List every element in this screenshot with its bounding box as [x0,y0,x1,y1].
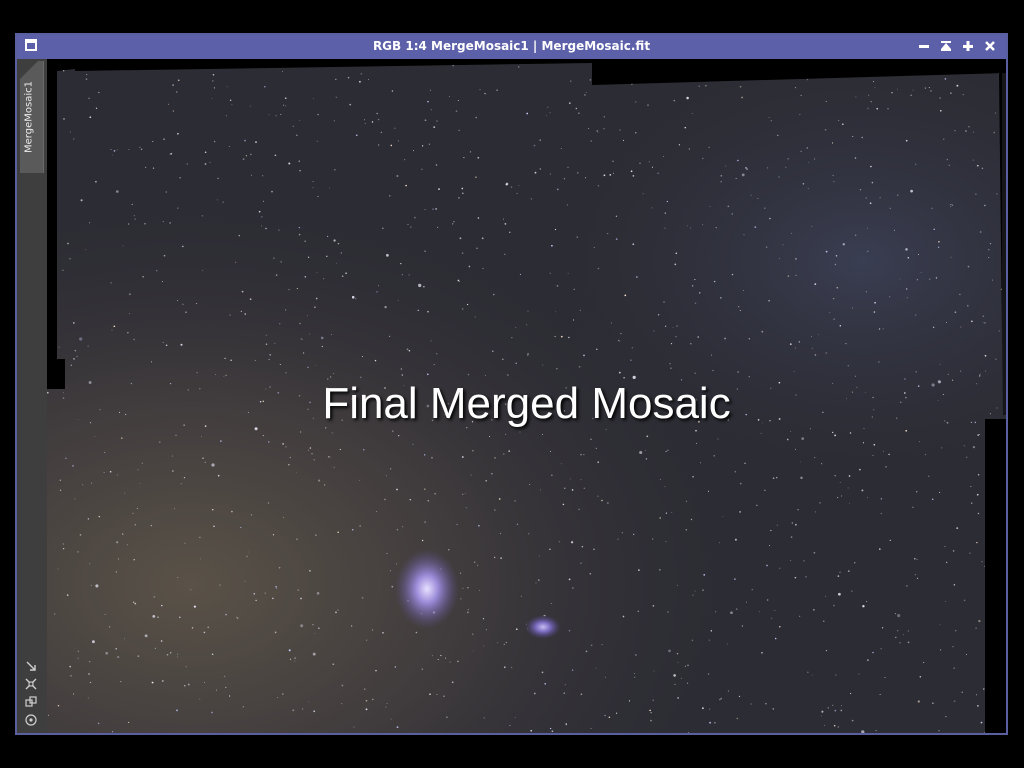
minimize-icon [919,45,929,48]
lagoon-nebula [395,549,459,629]
view-tab-label-wrap: MergeMosaic1 [17,59,41,171]
trifid-nebula [525,615,561,639]
window-title: RGB 1:4 MergeMosaic1 | MergeMosaic.fit [372,39,651,53]
circle-target-icon[interactable] [24,713,38,727]
view-sidebar: MergeMosaic1 [17,59,47,733]
minimize-button[interactable] [916,37,932,55]
view-tab-label: MergeMosaic1 [23,81,35,153]
close-icon [985,41,995,51]
image-window: RGB 1:4 MergeMosaic1 | MergeMosaic.fit M… [15,33,1008,735]
title-bar[interactable]: RGB 1:4 MergeMosaic1 | MergeMosaic.fit [17,35,1006,59]
plus-icon [963,41,973,51]
close-button[interactable] [982,37,998,55]
window-controls [916,37,998,55]
image-viewport[interactable]: Final Merged Mosaic [47,59,1006,733]
zoom-to-fit-icon[interactable] [24,677,38,691]
fit-view-icon[interactable] [24,659,38,673]
clone-icon[interactable] [24,695,38,709]
maximize-button[interactable] [960,37,976,55]
sidebar-tools [24,659,38,727]
shade-button[interactable] [938,37,954,55]
image-caption: Final Merged Mosaic [322,379,731,428]
shade-icon [941,41,951,51]
